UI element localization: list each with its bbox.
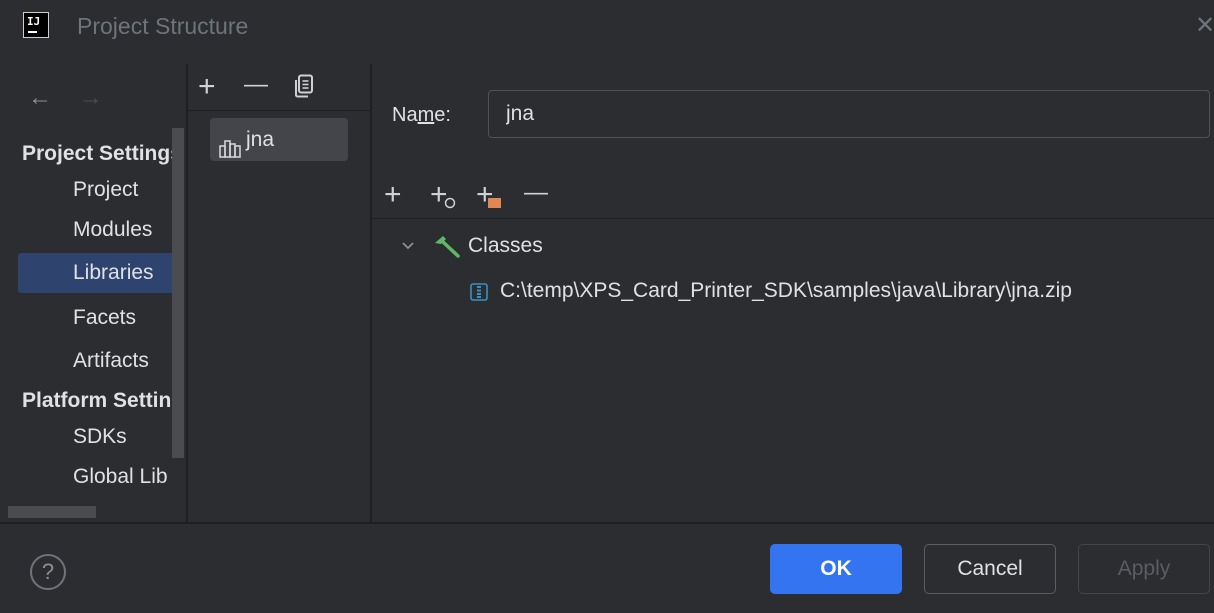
nav-vertical-scrollbar[interactable] xyxy=(172,128,184,458)
chevron-down-icon[interactable] xyxy=(400,238,416,254)
classes-label: Classes xyxy=(468,234,543,257)
copy-icon-graphic xyxy=(295,74,313,98)
name-label-suffix: e: xyxy=(434,104,451,126)
cancel-button[interactable]: Cancel xyxy=(924,544,1056,594)
nav-horizontal-scrollbar[interactable] xyxy=(8,506,96,518)
nav-item-libraries[interactable]: Libraries xyxy=(18,253,184,293)
jar-path-label: C:\temp\XPS_Card_Printer_SDK\samples\jav… xyxy=(500,279,1072,302)
nav-item-artifacts[interactable]: Artifacts xyxy=(18,341,184,381)
settings-nav: ← → Project Settings Project Modules Lib… xyxy=(0,64,186,522)
section-platform-settings: Platform Settings xyxy=(22,389,172,412)
window-title: Project Structure xyxy=(77,13,249,39)
add-root-button[interactable]: + xyxy=(384,180,402,210)
ok-button[interactable]: OK xyxy=(770,544,902,594)
apply-button[interactable]: Apply xyxy=(1078,544,1210,594)
intellij-logo-icon: IJ xyxy=(23,12,49,38)
library-detail-panel: Name: + + + — xyxy=(372,64,1214,522)
classes-toolbar: + + + — xyxy=(372,172,1214,219)
remove-root-button[interactable]: — xyxy=(524,178,548,208)
classes-badge-icon xyxy=(444,197,456,209)
close-icon[interactable]: ✕ xyxy=(1195,14,1214,38)
add-classes-button[interactable]: + xyxy=(430,180,456,210)
dialog-footer: ? OK Cancel Apply xyxy=(0,524,1214,613)
forward-arrow-icon[interactable]: → xyxy=(79,84,103,111)
back-arrow-icon[interactable]: ← xyxy=(28,84,52,111)
nav-item-global-libraries[interactable]: Global Libraries xyxy=(18,457,168,497)
libraries-list-panel: + — jna xyxy=(188,64,370,522)
nav-history: ← → xyxy=(28,86,123,110)
nav-item-project[interactable]: Project xyxy=(18,170,184,210)
libraries-toolbar: + — xyxy=(188,64,370,111)
title-bar: IJ Project Structure ✕ xyxy=(0,0,1214,55)
name-label-prefix: Na xyxy=(392,104,418,126)
project-structure-dialog: IJ Project Structure ✕ ← → Project Setti… xyxy=(0,0,1214,613)
nav-item-facets[interactable]: Facets xyxy=(18,298,184,338)
add-library-button[interactable]: + xyxy=(198,72,216,102)
folder-icon xyxy=(488,198,501,208)
name-label: Name: xyxy=(392,104,451,127)
copy-icon[interactable] xyxy=(294,74,314,104)
zip-archive-icon xyxy=(470,283,488,301)
remove-library-button[interactable]: — xyxy=(244,70,268,100)
nav-item-modules[interactable]: Modules xyxy=(18,210,184,250)
add-jar-directory-button[interactable]: + xyxy=(476,180,501,210)
name-label-mnemonic: m xyxy=(417,104,435,126)
section-project-settings: Project Settings xyxy=(22,142,172,165)
library-item-label: jna xyxy=(246,128,275,151)
library-item-jna[interactable]: jna xyxy=(210,118,348,161)
nav-item-sdks[interactable]: SDKs xyxy=(18,417,184,457)
help-button[interactable]: ? xyxy=(30,554,66,590)
hammer-icon xyxy=(435,236,460,258)
library-name-field[interactable] xyxy=(488,90,1210,138)
library-icon xyxy=(219,130,241,158)
